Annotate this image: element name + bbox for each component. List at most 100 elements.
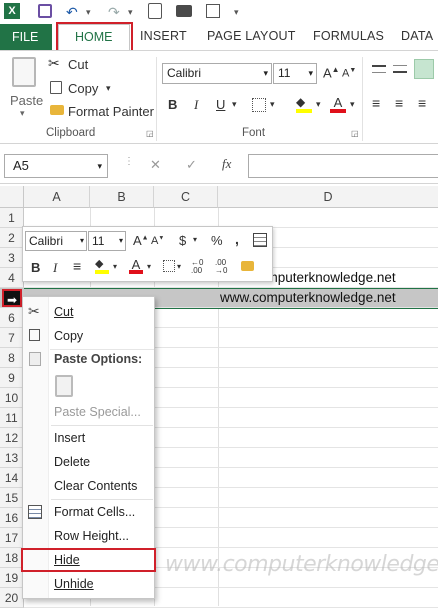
mini-fill-dropdown-icon[interactable]: ▾ xyxy=(113,262,117,271)
mini-currency-icon[interactable]: $ xyxy=(179,233,186,248)
cut-button[interactable]: Cut xyxy=(68,57,88,72)
column-header-b[interactable]: B xyxy=(90,186,154,208)
tab-file[interactable]: FILE xyxy=(0,24,52,50)
font-name-dropdown-icon[interactable]: ▾ xyxy=(263,66,268,80)
insert-function-icon[interactable]: fx xyxy=(222,156,231,172)
paste-dropdown-icon[interactable]: ▾ xyxy=(20,108,25,119)
row-header[interactable]: 17 xyxy=(0,528,24,548)
menu-item-insert[interactable]: Insert xyxy=(54,431,85,445)
borders-icon[interactable] xyxy=(252,98,266,112)
mini-size-dropdown-icon[interactable]: ▾ xyxy=(119,234,123,248)
fill-color-dropdown-icon[interactable]: ▾ xyxy=(316,99,321,110)
copy-dropdown-icon[interactable]: ▾ xyxy=(106,83,111,94)
align-middle-icon[interactable] xyxy=(393,65,407,73)
row-header[interactable]: 11 xyxy=(0,408,24,428)
font-name-box[interactable]: Calibri ▾ xyxy=(162,63,272,84)
row-header[interactable]: 9 xyxy=(0,368,24,388)
mini-grow-font-icon[interactable]: A▲ xyxy=(133,233,149,248)
grow-font-icon[interactable]: A▲ xyxy=(323,65,340,80)
menu-item-row-height[interactable]: Row Height... xyxy=(54,529,129,543)
mini-decrease-decimal-icon[interactable]: .00 →0 xyxy=(215,259,227,275)
customize-qat-icon[interactable]: ▾ xyxy=(234,3,239,21)
enter-icon[interactable]: ✓ xyxy=(186,157,197,173)
row-header[interactable]: 4 xyxy=(0,268,24,288)
mini-format-painter-icon[interactable] xyxy=(241,261,254,271)
fill-color-icon[interactable]: ◆ xyxy=(296,95,312,113)
menu-item-delete[interactable]: Delete xyxy=(54,455,90,469)
cancel-icon[interactable]: ✕ xyxy=(150,157,161,173)
tab-page-layout[interactable]: PAGE LAYOUT xyxy=(207,29,296,43)
row-header[interactable]: 10 xyxy=(0,388,24,408)
column-header-c[interactable]: C xyxy=(154,186,218,208)
menu-item-cut[interactable]: Cut xyxy=(54,305,73,319)
align-left-icon[interactable]: ≡ xyxy=(372,95,380,111)
mini-font-dropdown-icon[interactable]: ▾ xyxy=(80,234,84,248)
mini-increase-decimal-icon[interactable]: ←0.00 xyxy=(191,259,203,275)
redo-icon[interactable]: ↷ xyxy=(108,3,120,21)
mini-font-color-icon[interactable]: A xyxy=(129,257,143,274)
tab-data[interactable]: DATA xyxy=(401,29,433,43)
format-painter-button[interactable]: Format Painter xyxy=(68,104,154,119)
mini-comma-icon[interactable]: , xyxy=(235,231,239,247)
tab-insert[interactable]: INSERT xyxy=(140,29,187,43)
tab-formulas[interactable]: FORMULAS xyxy=(313,29,384,43)
mini-currency-dropdown-icon[interactable]: ▾ xyxy=(193,235,197,244)
row-header[interactable]: 1 xyxy=(0,208,24,228)
mini-shrink-font-icon[interactable]: A▼ xyxy=(151,235,164,247)
spelling-icon[interactable] xyxy=(206,4,220,18)
row-header[interactable]: 15 xyxy=(0,488,24,508)
copy-button[interactable]: Copy xyxy=(68,81,98,96)
shrink-font-icon[interactable]: A▼ xyxy=(342,67,356,80)
row-header[interactable]: 8 xyxy=(0,348,24,368)
italic-button[interactable]: I xyxy=(194,97,198,113)
paste-icon[interactable] xyxy=(12,57,36,87)
print-preview-icon[interactable] xyxy=(148,3,162,19)
align-center-icon[interactable]: ≡ xyxy=(395,95,403,111)
menu-item-copy[interactable]: Copy xyxy=(54,329,83,343)
name-box[interactable]: A5 ▾ xyxy=(4,154,108,178)
undo-icon[interactable]: ↶ xyxy=(66,3,78,21)
formula-input[interactable] xyxy=(248,154,438,178)
row-header[interactable]: 6 xyxy=(0,308,24,328)
column-header-d[interactable]: D xyxy=(218,186,438,208)
camera-icon[interactable] xyxy=(176,5,192,17)
mini-italic-button[interactable]: I xyxy=(53,260,57,276)
mini-fill-color-icon[interactable]: ◆ xyxy=(95,257,109,274)
align-right-icon[interactable]: ≡ xyxy=(418,95,426,111)
copy-icon[interactable] xyxy=(50,81,62,94)
paste-button[interactable]: Paste xyxy=(10,93,43,108)
undo-dropdown-icon[interactable]: ▾ xyxy=(86,3,91,21)
row-header[interactable]: 7 xyxy=(0,328,24,348)
paste-clipboard-icon[interactable] xyxy=(55,375,73,397)
font-color-icon[interactable]: A xyxy=(330,95,346,113)
row-header[interactable]: 12 xyxy=(0,428,24,448)
cut-icon[interactable]: ✂ xyxy=(48,55,60,72)
underline-dropdown-icon[interactable]: ▾ xyxy=(232,99,237,110)
menu-item-unhide[interactable]: Unhide xyxy=(54,577,94,591)
font-color-dropdown-icon[interactable]: ▾ xyxy=(350,99,355,110)
underline-button[interactable]: U xyxy=(216,97,225,112)
mini-borders-icon[interactable] xyxy=(163,260,175,272)
row-header[interactable]: 16 xyxy=(0,508,24,528)
row-header[interactable]: 2 xyxy=(0,228,24,248)
row-header[interactable]: 14 xyxy=(0,468,24,488)
row-header[interactable]: 20 xyxy=(0,588,24,608)
menu-item-clear-contents[interactable]: Clear Contents xyxy=(54,479,137,493)
align-top-icon[interactable] xyxy=(372,65,386,73)
mini-align-center-icon[interactable]: ≡ xyxy=(73,258,81,274)
mini-font-size-box[interactable]: 11 ▾ xyxy=(88,231,126,251)
row-header[interactable]: 3 xyxy=(0,248,24,268)
font-size-box[interactable]: 11 ▾ xyxy=(273,63,317,84)
mini-font-name-box[interactable]: Calibri ▾ xyxy=(25,231,87,251)
select-all-corner[interactable] xyxy=(0,186,24,208)
font-size-dropdown-icon[interactable]: ▾ xyxy=(308,66,313,80)
cell-d5[interactable]: www.computerknowledge.net xyxy=(220,290,396,305)
mini-percent-icon[interactable]: % xyxy=(211,233,223,248)
save-icon[interactable] xyxy=(38,4,52,18)
clipboard-launcher-icon[interactable]: ◲ xyxy=(146,129,154,138)
row-header[interactable]: 13 xyxy=(0,448,24,468)
redo-dropdown-icon[interactable]: ▾ xyxy=(128,3,133,21)
mini-borders-dropdown-icon[interactable]: ▾ xyxy=(177,262,181,271)
column-header-a[interactable]: A xyxy=(24,186,90,208)
bold-button[interactable]: B xyxy=(168,97,177,112)
